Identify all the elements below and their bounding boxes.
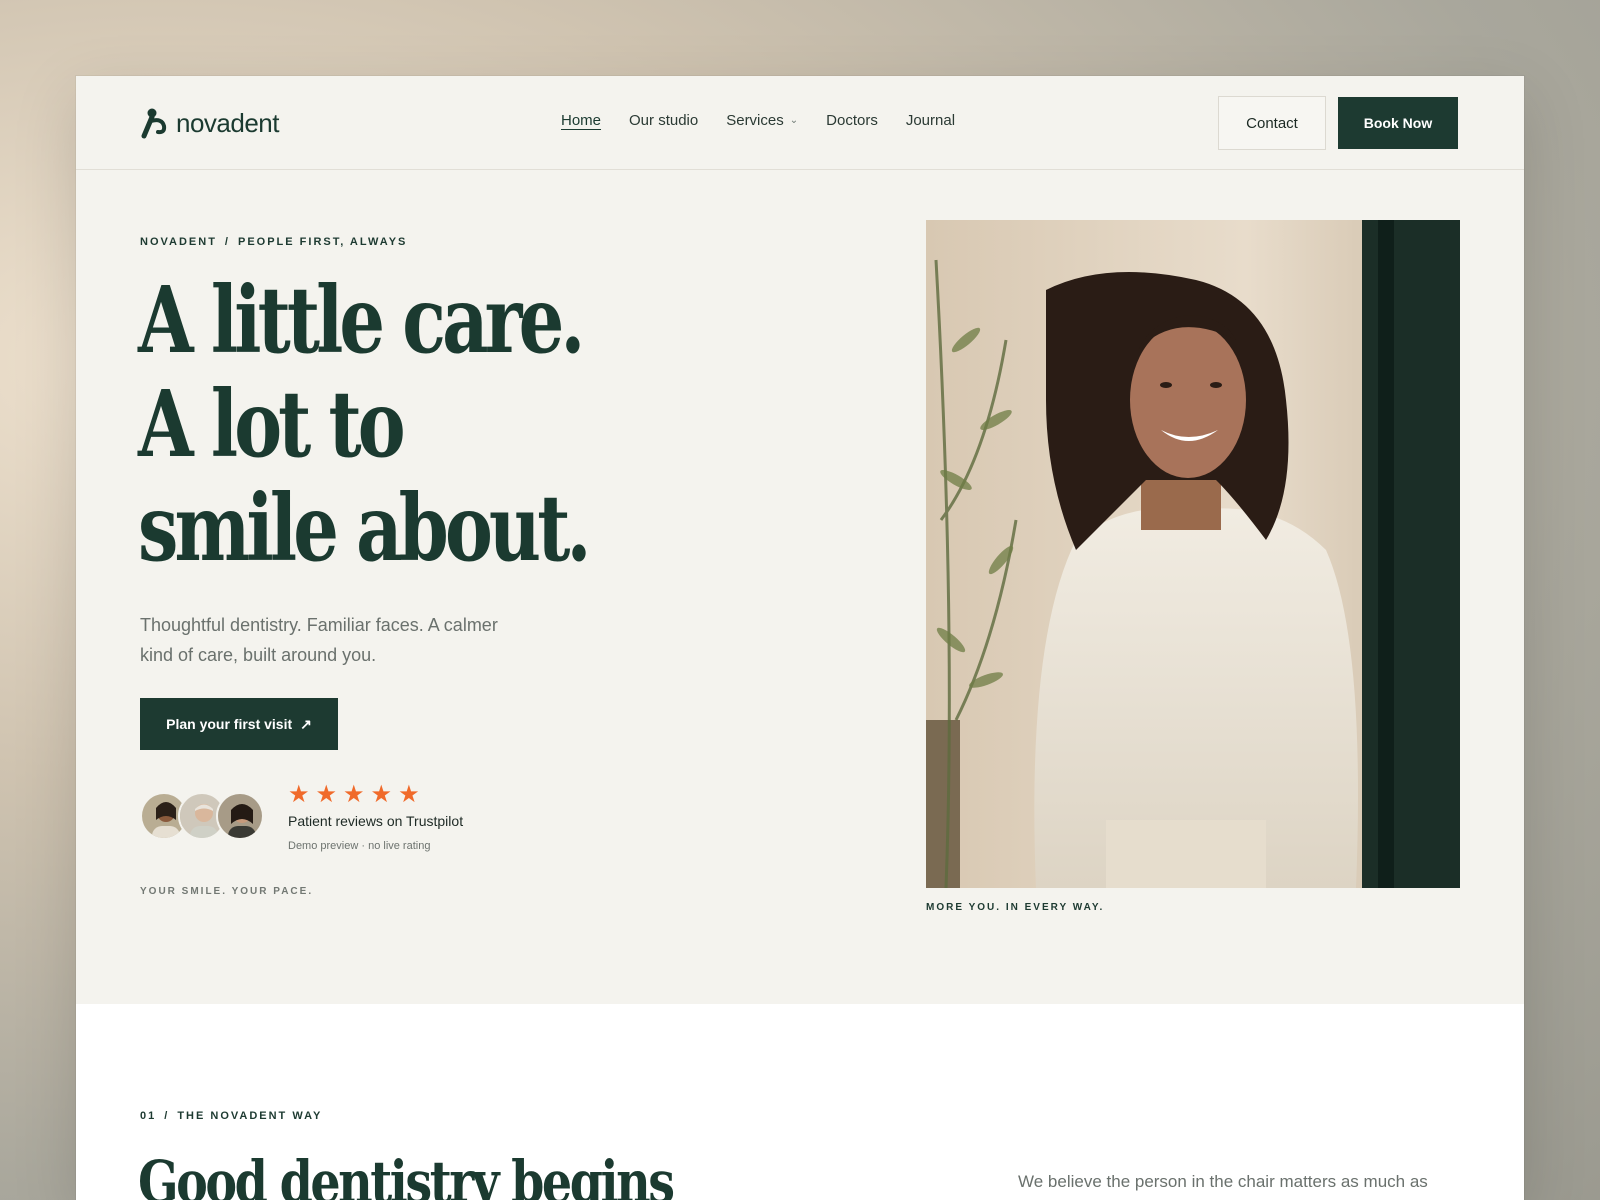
contact-button[interactable]: Contact xyxy=(1218,96,1326,150)
nav-item-home[interactable]: Home xyxy=(561,112,601,129)
hero-photo xyxy=(926,220,1460,888)
hero-eyebrow: NOVADENT / PEOPLE FIRST, ALWAYS xyxy=(140,236,407,248)
patient-avatar-3 xyxy=(218,794,262,838)
hero-headline-line-1: A little care. xyxy=(138,266,585,374)
section-eyebrow: 01 / THE NOVADENT WAY xyxy=(140,1110,322,1122)
nav-item-services-label: Services xyxy=(726,112,784,129)
hero-headline-line-3: smile about. xyxy=(138,474,591,582)
tag-right: MORE YOU. IN EVERY WAY. xyxy=(926,902,1105,913)
nav-item-journal[interactable]: Journal xyxy=(906,112,955,129)
nav-item-services[interactable]: Services ⌄ xyxy=(726,112,798,129)
avatar xyxy=(216,792,264,840)
section-number: 01 xyxy=(140,1110,157,1122)
tag-left: YOUR SMILE. YOUR PACE. xyxy=(140,886,314,897)
rating-stars: ★ ★ ★ ★ ★ xyxy=(288,780,420,809)
tooth-logo-icon xyxy=(141,108,167,139)
hero-section: novadent Home Our studio Services ⌄ Doct… xyxy=(76,76,1524,1004)
hero-eyebrow-brand: NOVADENT xyxy=(140,236,217,248)
hero-eyebrow-tagline: PEOPLE FIRST, ALWAYS xyxy=(237,236,408,248)
section-headline: Good dentistry begins xyxy=(138,1148,675,1200)
star-icon: ★ xyxy=(343,781,365,808)
smiling-woman-image xyxy=(926,220,1460,888)
star-icon: ★ xyxy=(315,781,338,808)
star-icon: ★ xyxy=(398,781,420,808)
hero-subtext: Thoughtful dentistry. Familiar faces. A … xyxy=(140,615,498,665)
arrow-up-right-icon: ↗ xyxy=(300,715,312,732)
section-eyebrow-label: THE NOVADENT WAY xyxy=(177,1110,323,1122)
brand-logo[interactable]: novadent xyxy=(140,106,279,140)
book-now-button[interactable]: Book Now xyxy=(1338,97,1458,149)
hero-headline-line-2: A lot to xyxy=(138,370,406,478)
nav-item-doctors[interactable]: Doctors xyxy=(826,112,878,129)
reviews-note: Demo preview · no live rating xyxy=(288,840,431,852)
browser-frame: novadent Home Our studio Services ⌄ Doct… xyxy=(76,76,1524,1200)
site-header: novadent Home Our studio Services ⌄ Doct… xyxy=(76,76,1524,170)
brand-name: novadent xyxy=(176,107,279,138)
hero-eyebrow-separator: / xyxy=(224,236,230,248)
reviews-label[interactable]: Patient reviews on Trustpilot xyxy=(288,813,463,829)
chevron-down-icon: ⌄ xyxy=(789,115,799,126)
section-eyebrow-separator: / xyxy=(164,1110,170,1122)
star-icon: ★ xyxy=(370,781,393,808)
section-copy: We believe the person in the chair matte… xyxy=(1018,1172,1428,1191)
patient-avatars xyxy=(140,792,270,842)
star-icon: ★ xyxy=(288,781,310,808)
hero-headline: A little care. A lot to smile about. xyxy=(138,268,698,580)
nav-item-our-studio[interactable]: Our studio xyxy=(629,112,698,129)
plan-first-visit-button[interactable]: Plan your first visit ↗ xyxy=(140,698,338,750)
main-nav: Home Our studio Services ⌄ Doctors Journ… xyxy=(561,112,955,129)
plan-first-visit-label: Plan your first visit xyxy=(166,716,293,732)
